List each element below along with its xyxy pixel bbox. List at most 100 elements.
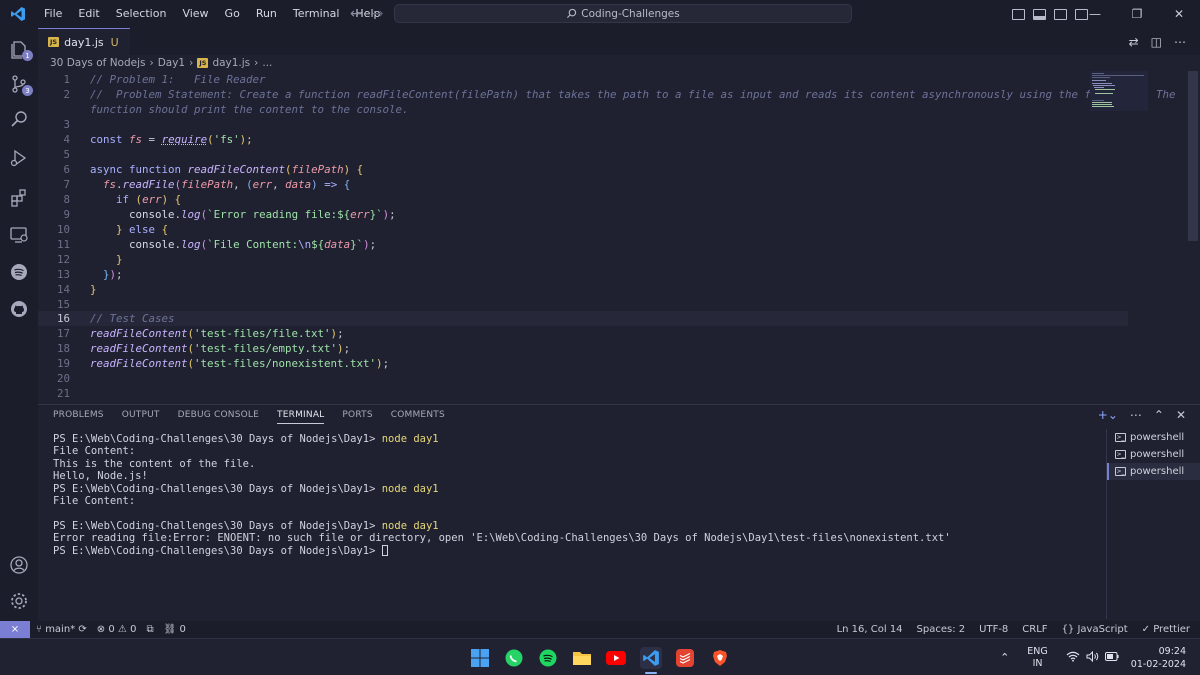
source-control-icon[interactable]: 3 <box>7 72 33 96</box>
editor-scrollbar[interactable] <box>1188 71 1198 241</box>
breadcrumb-file[interactable]: day1.js <box>212 57 250 69</box>
breadcrumb-symbol[interactable]: ... <box>262 57 272 69</box>
toggle-panel-icon[interactable] <box>1033 8 1046 20</box>
compare-changes-icon[interactable]: ⇄ <box>1129 35 1139 49</box>
vscode-taskbar-icon[interactable] <box>640 647 662 669</box>
code-editor[interactable]: 1// Problem 1: File Reader 2// Problem S… <box>38 71 1200 401</box>
line-ending[interactable]: CRLF <box>1022 624 1047 635</box>
maximize-panel-icon[interactable]: ⌃ <box>1154 408 1164 422</box>
code-line: 20 <box>56 372 70 385</box>
window-controls: — ❐ ✕ <box>1074 0 1200 28</box>
menu-bar: File Edit Selection View Go Run Terminal… <box>36 0 388 28</box>
code-line: 17 readFileContent('test-files/file.txt')… <box>56 327 344 340</box>
close-panel-icon[interactable]: ✕ <box>1176 408 1186 422</box>
show-hidden-icons-icon[interactable]: ⌃ <box>1000 651 1009 664</box>
windows-start-icon[interactable] <box>469 647 491 669</box>
whatsapp-icon[interactable] <box>503 647 525 669</box>
terminal-instance-active[interactable]: >_ powershell <box>1107 463 1200 480</box>
github-icon[interactable] <box>7 297 31 321</box>
battery-icon[interactable] <box>1104 651 1119 664</box>
menu-view[interactable]: View <box>174 0 216 28</box>
warning-icon: ⚠ <box>117 624 127 635</box>
close-window-icon[interactable]: ✕ <box>1158 0 1200 28</box>
code-line: 6 async function readFileContent(filePath… <box>63 163 364 176</box>
toggle-secondary-sidebar-icon[interactable] <box>1054 8 1067 20</box>
breadcrumb-subfolder[interactable]: Day1 <box>158 57 185 69</box>
more-actions-icon[interactable]: ⋯ <box>1130 408 1142 422</box>
menu-edit[interactable]: Edit <box>70 0 107 28</box>
wifi-icon[interactable] <box>1066 651 1080 665</box>
more-actions-icon[interactable]: ⋯ <box>1174 35 1186 49</box>
forward-arrow-icon[interactable]: → <box>372 6 384 22</box>
todoist-icon[interactable] <box>674 647 696 669</box>
code-line: 10 } else { <box>56 223 169 236</box>
command-center-label: Coding-Challenges <box>581 7 680 20</box>
spotify-taskbar-icon[interactable] <box>537 647 559 669</box>
tab-output[interactable]: OUTPUT <box>122 410 160 424</box>
minimize-icon[interactable]: — <box>1074 0 1116 28</box>
spotify-icon[interactable] <box>7 260 31 284</box>
problems-indicator[interactable]: ⊗ 0 ⚠ 0 <box>97 624 137 635</box>
powershell-icon: >_ <box>1115 467 1126 476</box>
volume-icon[interactable] <box>1086 650 1099 665</box>
language-indicator[interactable]: ENG IN <box>1027 646 1047 670</box>
restore-icon[interactable]: ❐ <box>1116 0 1158 28</box>
terminal-line: File Content: <box>53 445 136 458</box>
run-debug-icon[interactable] <box>7 146 31 170</box>
back-arrow-icon[interactable]: ← <box>350 6 362 22</box>
clock-time: 09:24 <box>1158 645 1186 657</box>
tab-git-status: U <box>110 35 119 49</box>
prettier-status[interactable]: ✓ Prettier <box>1142 624 1190 635</box>
menu-go[interactable]: Go <box>217 0 248 28</box>
youtube-icon[interactable] <box>605 647 627 669</box>
terminal-instance[interactable]: >_ powershell <box>1107 429 1200 446</box>
file-explorer-icon[interactable] <box>571 647 593 669</box>
powershell-icon: >_ <box>1115 433 1126 442</box>
language-mode[interactable]: {} JavaScript <box>1062 624 1128 635</box>
terminal-output[interactable]: PS E:\Web\Coding-Challenges\30 Days of N… <box>53 433 1093 557</box>
brave-browser-icon[interactable] <box>709 647 731 669</box>
menu-selection[interactable]: Selection <box>108 0 175 28</box>
indentation[interactable]: Spaces: 2 <box>917 624 966 635</box>
encoding[interactable]: UTF-8 <box>979 624 1008 635</box>
accounts-icon[interactable] <box>7 553 31 577</box>
command-center-search[interactable]: Coding-Challenges <box>394 4 852 23</box>
terminal-line: Error reading file:Error: ENOENT: no suc… <box>53 532 951 545</box>
tab-ports[interactable]: PORTS <box>342 410 372 424</box>
code-line: 12 } <box>56 253 123 266</box>
toggle-sidebar-icon[interactable] <box>1012 8 1025 20</box>
menu-file[interactable]: File <box>36 0 70 28</box>
tab-problems[interactable]: PROBLEMS <box>53 410 104 424</box>
clock[interactable]: 09:24 01-02-2024 <box>1131 645 1186 671</box>
code-line: 9 console.log(`Error reading file:${err}… <box>63 208 396 221</box>
tab-debug-console[interactable]: DEBUG CONSOLE <box>178 410 259 424</box>
extensions-icon[interactable] <box>7 185 31 209</box>
git-branch[interactable]: ⑂ main* ⟳ <box>36 624 87 635</box>
search-sidebar-icon[interactable] <box>7 107 31 131</box>
live-share-icon[interactable]: ⧉ <box>146 624 153 635</box>
menu-run[interactable]: Run <box>248 0 285 28</box>
tab-day1-js[interactable]: JS day1.js U <box>38 28 130 55</box>
minimap[interactable] <box>1090 71 1148 111</box>
code-line: 13 }); <box>56 268 123 281</box>
search-icon <box>567 8 577 19</box>
tab-terminal[interactable]: TERMINAL <box>277 410 325 424</box>
menu-terminal[interactable]: Terminal <box>285 0 348 28</box>
cursor-position[interactable]: Ln 16, Col 14 <box>837 624 903 635</box>
editor-actions: ⇄ ◫ ⋯ <box>1129 28 1186 55</box>
code-line: 5 <box>63 148 70 161</box>
terminal-instance[interactable]: >_ powershell <box>1107 446 1200 463</box>
ports-indicator[interactable]: ⛓ 0 <box>164 624 186 635</box>
settings-gear-icon[interactable] <box>7 589 31 613</box>
breadcrumb-folder[interactable]: 30 Days of Nodejs <box>50 57 146 69</box>
split-editor-icon[interactable]: ◫ <box>1151 35 1162 49</box>
code-line: 21 <box>56 387 70 400</box>
explorer-icon[interactable]: 1 <box>7 37 33 61</box>
new-terminal-icon[interactable]: +⌄ <box>1098 408 1118 422</box>
terminal-line: PS E:\Web\Coding-Challenges\30 Days of N… <box>53 545 1093 557</box>
remote-indicator-icon[interactable]: ⨯ <box>0 621 30 638</box>
tab-comments[interactable]: COMMENTS <box>391 410 445 424</box>
braces-icon: {} <box>1061 624 1075 635</box>
powershell-icon: >_ <box>1115 450 1126 459</box>
remote-explorer-icon[interactable] <box>7 223 31 247</box>
